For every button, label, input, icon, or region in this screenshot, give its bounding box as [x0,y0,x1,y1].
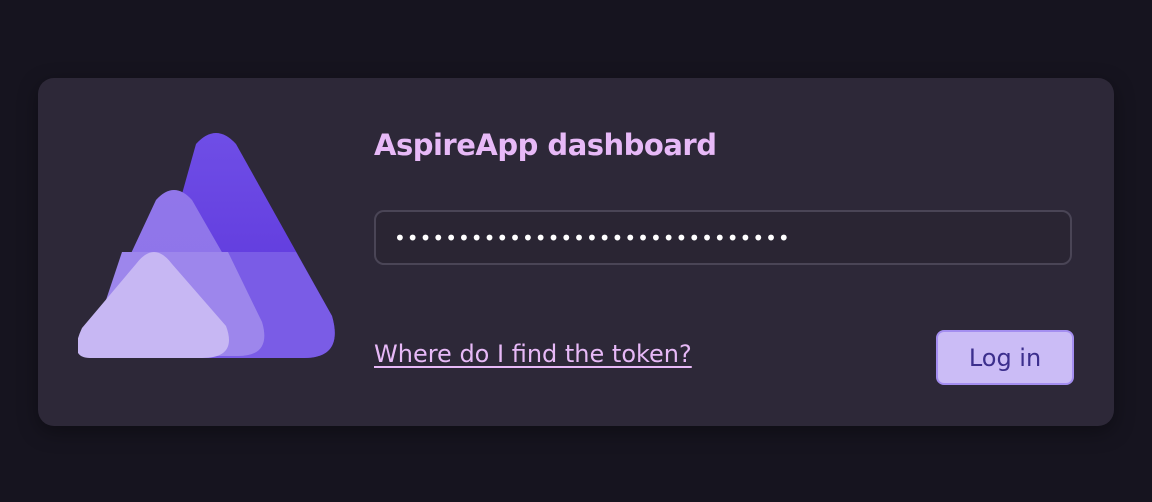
page-title: AspireApp dashboard [374,128,717,162]
token-help-link[interactable]: Where do I find the token? [374,340,692,368]
aspire-logo-icon [78,133,335,358]
token-input[interactable] [374,210,1072,265]
login-card: AspireApp dashboard Where do I find the … [38,78,1114,426]
login-button[interactable]: Log in [936,330,1074,385]
